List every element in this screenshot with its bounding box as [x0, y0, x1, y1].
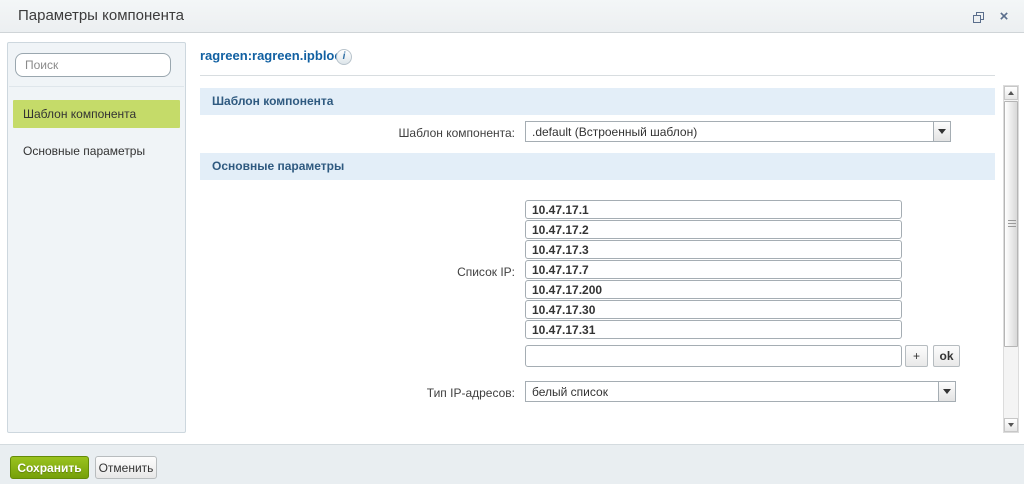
ip-input[interactable] — [525, 320, 902, 339]
new-ip-input[interactable] — [525, 345, 902, 367]
dialog-titlebar: Параметры компонента × — [0, 0, 1024, 33]
restore-icon[interactable] — [970, 9, 986, 25]
scroll-down-icon[interactable] — [1004, 418, 1018, 432]
add-ip-button[interactable]: + — [905, 345, 928, 367]
template-field-label: Шаблон компонента: — [340, 126, 515, 140]
dialog-title: Параметры компонента — [18, 7, 184, 24]
scroll-up-icon[interactable] — [1004, 86, 1018, 100]
ip-list-label: Список IP: — [340, 265, 515, 279]
ip-type-label: Тип IP-адресов: — [340, 386, 515, 400]
template-select[interactable]: .default (Встроенный шаблон) — [525, 121, 951, 142]
ip-type-select-value: белый список — [526, 385, 938, 399]
ip-input[interactable] — [525, 280, 902, 299]
sidebar-divider — [9, 86, 184, 87]
ip-type-select[interactable]: белый список — [525, 381, 956, 402]
vertical-scrollbar[interactable] — [1003, 85, 1019, 433]
scrollbar-thumb[interactable] — [1004, 101, 1018, 347]
template-select-value: .default (Встроенный шаблон) — [526, 125, 933, 139]
component-parameters-dialog: Параметры компонента × Шаблон компонента… — [0, 0, 1024, 484]
ip-list — [525, 200, 902, 340]
sidebar: Шаблон компонента Основные параметры — [7, 42, 186, 433]
footer-bar: Сохранить Отменить — [0, 444, 1024, 484]
scrollbar-grip — [1008, 220, 1016, 228]
component-id-title: ragreen:ragreen.ipblock — [200, 48, 349, 63]
ip-input[interactable] — [525, 300, 902, 319]
section-header-template: Шаблон компонента — [200, 88, 995, 115]
close-icon[interactable]: × — [996, 9, 1012, 25]
ip-input[interactable] — [525, 220, 902, 239]
ip-input[interactable] — [525, 260, 902, 279]
chevron-down-icon[interactable] — [933, 122, 950, 141]
ip-input[interactable] — [525, 240, 902, 259]
ok-button[interactable]: ok — [933, 345, 960, 367]
sidebar-item-main-parameters[interactable]: Основные параметры — [13, 137, 180, 165]
sidebar-item-component-template[interactable]: Шаблон компонента — [13, 100, 180, 128]
ip-input[interactable] — [525, 200, 902, 219]
save-button[interactable]: Сохранить — [10, 456, 89, 479]
cancel-button[interactable]: Отменить — [95, 456, 157, 479]
header-divider — [200, 75, 995, 76]
section-header-main-parameters: Основные параметры — [200, 153, 995, 180]
chevron-down-icon[interactable] — [938, 382, 955, 401]
search-input[interactable] — [15, 53, 171, 77]
info-icon[interactable]: i — [336, 49, 352, 65]
